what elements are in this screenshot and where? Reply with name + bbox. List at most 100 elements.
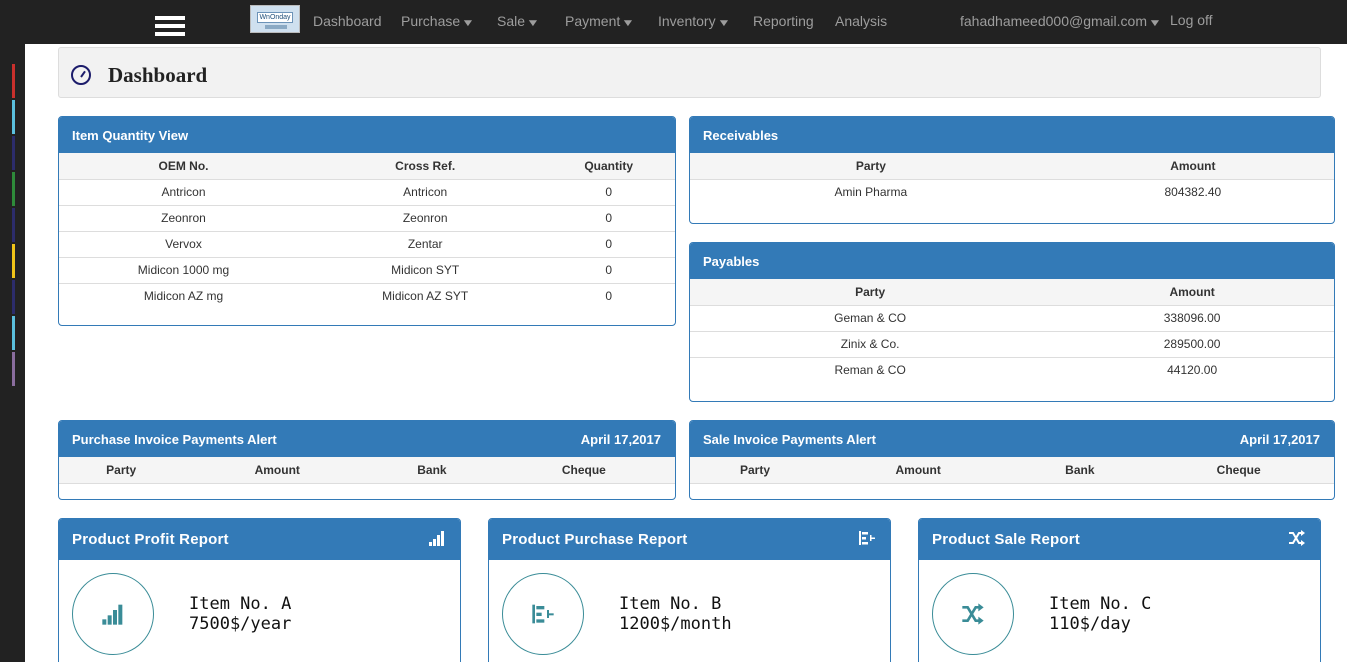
panel-heading: Sale Invoice Payments Alert April 17,201… (690, 421, 1334, 457)
nav-reporting-label: Reporting (753, 13, 814, 29)
nav-inventory-label: Inventory (658, 13, 716, 29)
column-header: Cross Ref. (307, 153, 543, 180)
table-cell: Antricon (307, 179, 543, 206)
report-title: Product Purchase Report (502, 531, 688, 548)
column-header: Cheque (1143, 457, 1334, 484)
shuffle-icon (1289, 530, 1305, 546)
sidebar (0, 44, 25, 662)
report-heading: Product Profit Report (59, 519, 460, 560)
sale-report-panel: Product Sale Report Item No. C 110$/day (918, 518, 1321, 662)
nav-reporting[interactable]: Reporting (753, 13, 814, 29)
logoff-link[interactable]: Log off (1170, 12, 1213, 28)
user-menu[interactable]: fahadhameed000@gmail.com▼ (960, 13, 1162, 29)
table-row: Geman & CO 338096.00 (690, 305, 1334, 332)
chevron-down-icon: ▼ (526, 18, 540, 29)
column-header: Quantity (542, 153, 675, 180)
table-row: Antricon Antricon 0 (59, 179, 675, 206)
item-quantity-panel: Item Quantity View OEM No. Cross Ref. Qu… (58, 116, 676, 326)
report-heading: Product Sale Report (919, 519, 1320, 560)
table-cell: Zinix & Co. (690, 331, 1051, 358)
nav-purchase[interactable]: Purchase▼ (401, 13, 475, 29)
nav-dashboard[interactable]: Dashboard (313, 13, 382, 29)
table-cell: Antricon (59, 179, 308, 206)
menu-toggle-icon[interactable] (155, 16, 185, 44)
panel-heading: Purchase Invoice Payments Alert April 17… (59, 421, 675, 457)
sidebar-strip (12, 280, 15, 314)
report-icon-circle (932, 573, 1014, 655)
table-cell: 0 (542, 231, 675, 258)
panel-title: Payables (690, 243, 1334, 279)
report-icon-circle (502, 573, 584, 655)
nav-sale[interactable]: Sale▼ (497, 13, 540, 29)
table-cell: 0 (605, 289, 613, 304)
purchase-alert-panel: Purchase Invoice Payments Alert April 17… (58, 420, 676, 500)
alert-date: April 17,2017 (1239, 432, 1320, 447)
report-title: Product Profit Report (72, 531, 229, 548)
report-title: Product Sale Report (932, 531, 1080, 548)
nav-payment-label: Payment (565, 13, 621, 29)
item-quantity-table: OEM No. Cross Ref. Quantity Antricon Antr… (59, 153, 675, 309)
receivables-panel: Receivables Party Amount Amin Pharma 8043… (689, 116, 1335, 224)
column-header: Party (59, 457, 184, 484)
sidebar-strip (12, 64, 15, 98)
profit-report-panel: Product Profit Report Item No. A 7500$/y… (58, 518, 461, 662)
chevron-down-icon: ▼ (621, 18, 636, 29)
chevron-down-icon: ▼ (1148, 18, 1162, 29)
column-header: Amount (1050, 279, 1334, 306)
table-cell: Midicon AZ mg (143, 289, 224, 304)
sidebar-strip (12, 352, 15, 386)
app-logo[interactable]: WnOnday (250, 5, 300, 33)
panel-title: Receivables (690, 117, 1334, 153)
table-cell: Vervox (59, 231, 308, 258)
table-cell: Midicon 1000 mg (59, 257, 308, 284)
align-bars-icon (859, 531, 875, 545)
user-email: fahadhameed000@gmail.com (960, 13, 1147, 29)
sidebar-strip (12, 208, 15, 242)
chevron-down-icon: ▼ (716, 18, 731, 29)
column-header: Bank (371, 457, 493, 484)
nav-dashboard-label: Dashboard (313, 13, 382, 29)
shuffle-icon (962, 603, 984, 625)
table-cell: 289500.00 (1050, 331, 1334, 358)
report-icon-circle (72, 573, 154, 655)
table-cell: Amin Pharma (834, 185, 908, 200)
column-header: Amount (183, 457, 372, 484)
table-cell: 804382.40 (1164, 185, 1222, 200)
purchase-report-panel: Product Purchase Report Item No. B 1200$… (488, 518, 891, 662)
column-header: Bank (1016, 457, 1144, 484)
dashboard-gauge-icon (71, 65, 91, 85)
table-row: Vervox Zentar 0 (59, 231, 675, 258)
align-bars-icon (532, 604, 554, 624)
sidebar-strip (12, 244, 15, 278)
nav-analysis[interactable]: Analysis (835, 13, 887, 29)
column-header: Amount (1051, 153, 1334, 180)
table-cell: 0 (542, 257, 675, 284)
report-heading: Product Purchase Report (489, 519, 890, 560)
sidebar-strip (12, 100, 15, 134)
nav-payment[interactable]: Payment▼ (565, 13, 636, 29)
purchase-alert-table: Party Amount Bank Cheque (59, 457, 675, 484)
sale-alert-panel: Sale Invoice Payments Alert April 17,201… (689, 420, 1335, 500)
report-item: Item No. A (189, 594, 292, 614)
table-cell: Geman & CO (690, 305, 1051, 332)
logo-bar (265, 25, 287, 29)
table-row: Midicon AZ mg Midicon AZ SYT 0 (59, 283, 675, 309)
top-navbar: WnOnday Dashboard Purchase▼ Sale▼ Paymen… (0, 0, 1347, 44)
sale-alert-table: Party Amount Bank Cheque (690, 457, 1334, 484)
report-value: 1200$/month (619, 614, 732, 634)
panel-title: Item Quantity View (59, 117, 675, 153)
column-header: Party (690, 153, 1052, 180)
report-value: 7500$/year (189, 614, 292, 634)
column-header: Amount (820, 457, 1017, 484)
nav-purchase-label: Purchase (401, 13, 461, 29)
table-cell: 0 (542, 205, 675, 232)
page-header: Dashboard (58, 47, 1321, 98)
report-value: 110$/day (1049, 614, 1131, 634)
logo-text: WnOnday (257, 12, 293, 23)
table-cell: 0 (542, 179, 675, 206)
payables-panel: Payables Party Amount Geman & CO 338096.0… (689, 242, 1335, 402)
signal-bars-icon (429, 531, 444, 546)
nav-sale-label: Sale (497, 13, 526, 29)
nav-inventory[interactable]: Inventory▼ (658, 13, 731, 29)
table-cell: Zentar (307, 231, 543, 258)
